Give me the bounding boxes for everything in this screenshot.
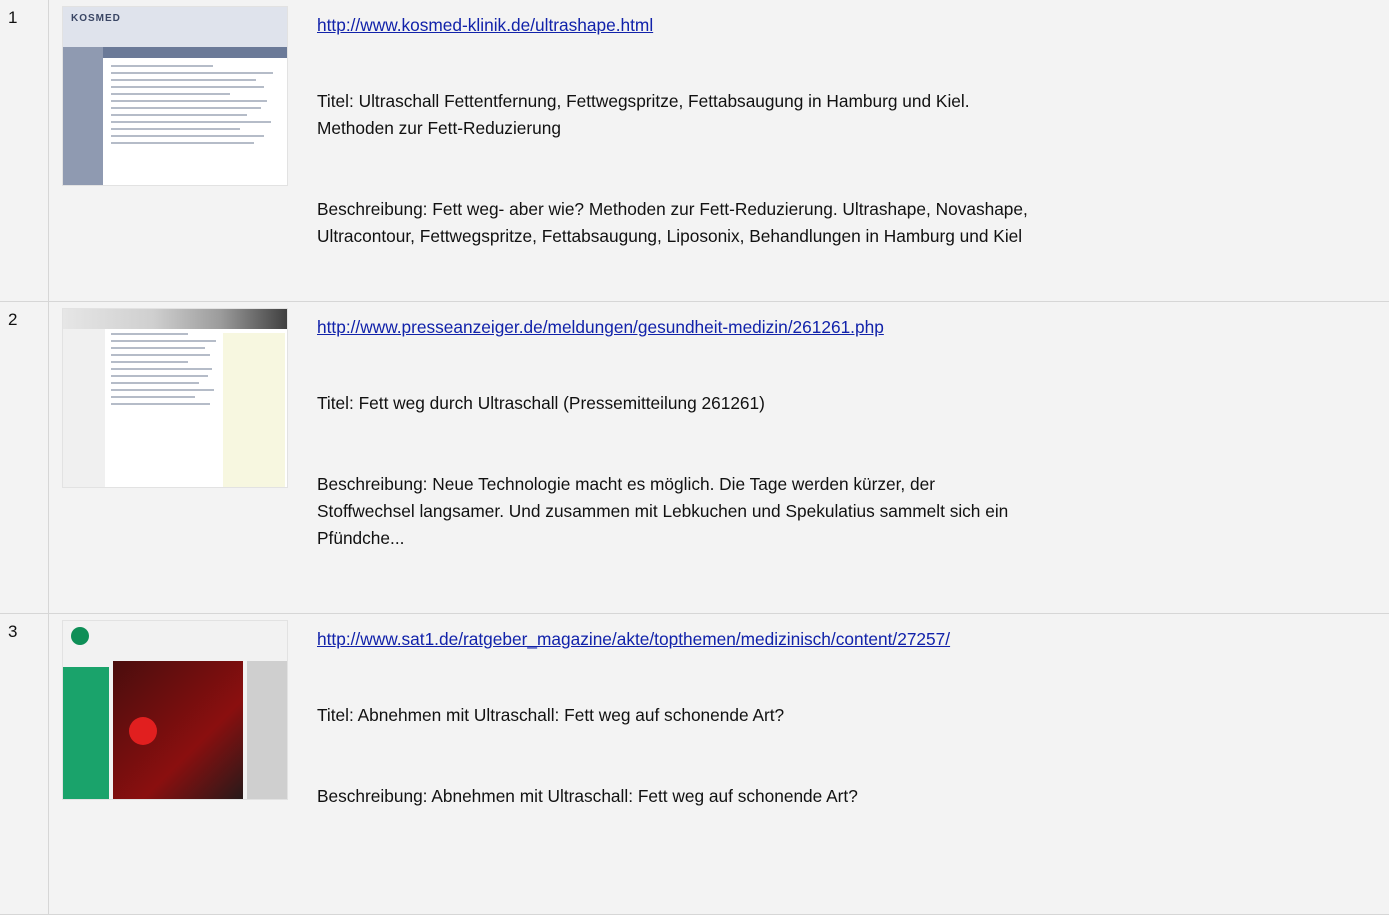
result-description: Beschreibung: Neue Technologie macht es … [317, 474, 1009, 548]
search-results: 1 KOSMED http://www.kosmed-klinik.de/ult… [0, 0, 1389, 915]
result-row: 3 http://www.sat1.de/ratgeber_magazine/a… [0, 614, 1389, 915]
result-number: 3 [0, 614, 49, 914]
result-description: Beschreibung: Abnehmen mit Ultraschall: … [317, 786, 858, 806]
result-thumbnail[interactable] [62, 620, 288, 800]
result-description: Beschreibung: Fett weg- aber wie? Method… [317, 199, 1028, 246]
result-thumbnail[interactable] [62, 308, 288, 488]
sat1-logo-icon [71, 627, 89, 645]
result-number: 1 [0, 0, 49, 301]
result-title: Titel: Fett weg durch Ultraschall (Press… [317, 393, 765, 413]
result-url-link[interactable]: http://www.presseanzeiger.de/meldungen/g… [317, 314, 884, 341]
result-thumbnail[interactable]: KOSMED [62, 6, 288, 186]
result-title: Titel: Abnehmen mit Ultraschall: Fett we… [317, 705, 785, 725]
result-url-link[interactable]: http://www.sat1.de/ratgeber_magazine/akt… [317, 626, 950, 653]
result-row: 1 KOSMED http://www.kosmed-klinik.de/ult… [0, 0, 1389, 302]
result-title: Titel: Ultraschall Fettentfernung, Fettw… [317, 91, 970, 138]
result-row: 2 http://www.presseanzeiger.de/meldungen… [0, 302, 1389, 614]
result-number: 2 [0, 302, 49, 613]
result-url-link[interactable]: http://www.kosmed-klinik.de/ultrashape.h… [317, 12, 653, 39]
thumbnail-logo: KOSMED [71, 13, 121, 24]
